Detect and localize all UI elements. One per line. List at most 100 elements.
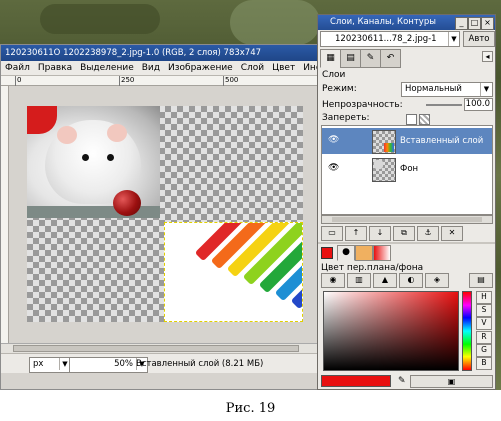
layer-list[interactable]: 👁 Вставленный слой 👁 Фон (321, 125, 493, 215)
wheel-selector-icon[interactable]: ◐ (399, 273, 423, 288)
zoom-value: 50% (114, 359, 133, 369)
hamster-eye (82, 154, 89, 161)
layers-dock: Слои, Каналы, Контуры _ □ × 120230611...… (317, 14, 496, 390)
channel-v-button[interactable]: V (476, 317, 492, 330)
menu-select[interactable]: Выделение (76, 61, 138, 75)
opacity-input[interactable]: 100.0 (464, 98, 493, 111)
tab-channels-icon[interactable]: ▤ (340, 49, 361, 68)
hue-strip[interactable] (462, 291, 472, 371)
anchor-layer-icon[interactable]: ⚓ (417, 226, 439, 241)
channel-b-button[interactable]: B (476, 357, 492, 370)
opacity-label: Непрозрачность: (322, 100, 403, 110)
foreground-color-swatch[interactable] (321, 375, 391, 387)
scales-selector-icon[interactable]: ▤ (469, 273, 493, 288)
cmyk-selector-icon[interactable]: ▥ (347, 273, 371, 288)
pasted-markers-photo[interactable] (164, 222, 303, 322)
image-menubar: Файл Правка Выделение Вид Изображение Слой Цве… (1, 61, 319, 76)
minimize-icon[interactable]: _ (455, 17, 468, 30)
vertical-ruler[interactable] (1, 86, 9, 343)
channel-h-button[interactable]: H (476, 291, 492, 304)
transparent-layer-area[interactable] (27, 106, 303, 322)
ruler-tick: 250 (119, 76, 135, 86)
dock-tabs: ▦ ▤ ✎ ↶ (320, 49, 401, 68)
layer-list-scrollbar[interactable] (321, 215, 493, 224)
channel-g-button[interactable]: G (476, 344, 492, 357)
status-text: Вставленный слой (8.21 МБ) (136, 359, 264, 369)
duplicate-layer-icon[interactable]: ⧉ (393, 226, 415, 241)
gradient-tab-icon[interactable] (373, 245, 391, 261)
layer-row-pasted[interactable]: 👁 Вставленный слой (322, 128, 492, 154)
layer-row-background[interactable]: 👁 Фон (322, 156, 492, 182)
menu-layer[interactable]: Слой (237, 61, 268, 75)
color-tools: ◉ ▥ ▲ ◐ ◈ ▤ (321, 273, 493, 288)
opacity-slider[interactable] (426, 104, 462, 106)
eye-icon[interactable]: 👁 (328, 164, 339, 173)
hamster-photo (27, 106, 160, 218)
menu-image[interactable]: Изображение (164, 61, 237, 75)
scrollbar-thumb[interactable] (332, 217, 482, 222)
tab-undo-icon[interactable]: ↶ (380, 49, 401, 68)
layer-name: Вставленный слой (400, 136, 484, 146)
layer-thumbnail-hamster (374, 160, 383, 169)
eye-icon[interactable]: 👁 (328, 136, 339, 145)
background-blur (40, 4, 160, 34)
color-square[interactable] (323, 291, 459, 371)
menu-edit[interactable]: Правка (34, 61, 76, 75)
image-window: 120230611О 1202238978_2.jpg-1.0 (RGB, 2 … (0, 44, 320, 390)
layer-buttons: ▭ ↑ ↓ ⧉ ⚓ ✕ (321, 226, 493, 241)
ruler-tick: 0 (15, 76, 22, 86)
scrollbar-thumb[interactable] (13, 345, 299, 352)
lock-checkbox[interactable] (406, 114, 417, 125)
menu-view[interactable]: Вид (138, 61, 164, 75)
triangle-selector-icon[interactable]: ▲ (373, 273, 397, 288)
chevron-down-icon: ▼ (480, 83, 492, 96)
fg-color-icon[interactable] (321, 247, 333, 259)
mode-value: Нормальный (405, 84, 462, 94)
hamster-eye (107, 154, 114, 161)
color-tabs: ● (321, 245, 493, 261)
image-selector[interactable]: 120230611...78_2.jpg-1 ▼ (320, 31, 460, 47)
photo-floor (27, 206, 160, 218)
channel-r-button[interactable]: R (476, 331, 492, 344)
color-picker-button[interactable]: ▣ (410, 375, 493, 388)
unit-value: px (33, 359, 44, 369)
image-window-title[interactable]: 120230611О 1202238978_2.jpg-1.0 (RGB, 2 … (1, 45, 319, 61)
lock-label: Запереть: (322, 113, 370, 123)
panel-title: Слои (322, 70, 346, 80)
channel-buttons: H S V R G B (476, 291, 493, 371)
tab-layers-icon[interactable]: ▦ (320, 49, 341, 68)
menu-file[interactable]: Файл (1, 61, 34, 75)
figure-caption: Рис. 19 (225, 401, 276, 416)
background-blur (230, 0, 320, 45)
gimp-selector-icon[interactable]: ◉ (321, 273, 345, 288)
brush-tab-icon[interactable]: ● (337, 245, 355, 261)
cherry (113, 190, 141, 216)
maximize-icon[interactable]: □ (468, 17, 481, 30)
close-icon[interactable]: × (481, 17, 494, 30)
layer-thumbnail (372, 158, 396, 182)
menu-color[interactable]: Цвет (268, 61, 299, 75)
channel-s-button[interactable]: S (476, 304, 492, 317)
tab-menu-icon[interactable]: ◂ (482, 51, 493, 62)
mode-select[interactable]: Нормальный ▼ (401, 82, 493, 97)
auto-button[interactable]: Авто (463, 31, 495, 47)
horizontal-ruler[interactable]: 0 250 500 (1, 76, 319, 86)
delete-layer-icon[interactable]: ✕ (441, 226, 463, 241)
image-canvas[interactable] (9, 86, 319, 343)
lower-layer-icon[interactable]: ↓ (369, 226, 391, 241)
image-selector-value: 120230611...78_2.jpg-1 (335, 34, 437, 44)
raise-layer-icon[interactable]: ↑ (345, 226, 367, 241)
lock-alpha-checkbox[interactable] (419, 114, 430, 125)
pattern-tab-icon[interactable] (355, 245, 373, 261)
mode-label: Режим: (322, 84, 357, 94)
layer-thumbnail-markers (384, 143, 394, 152)
ruler-tick: 500 (223, 76, 239, 86)
horizontal-scrollbar[interactable] (1, 343, 319, 353)
layer-name: Фон (400, 164, 419, 174)
palette-selector-icon[interactable]: ◈ (425, 273, 449, 288)
hamster-ear (107, 124, 127, 142)
eyedropper-icon[interactable]: ✎ (398, 375, 408, 387)
tab-paths-icon[interactable]: ✎ (360, 49, 381, 68)
new-layer-icon[interactable]: ▭ (321, 226, 343, 241)
unit-select[interactable]: px ▼ (29, 357, 71, 373)
